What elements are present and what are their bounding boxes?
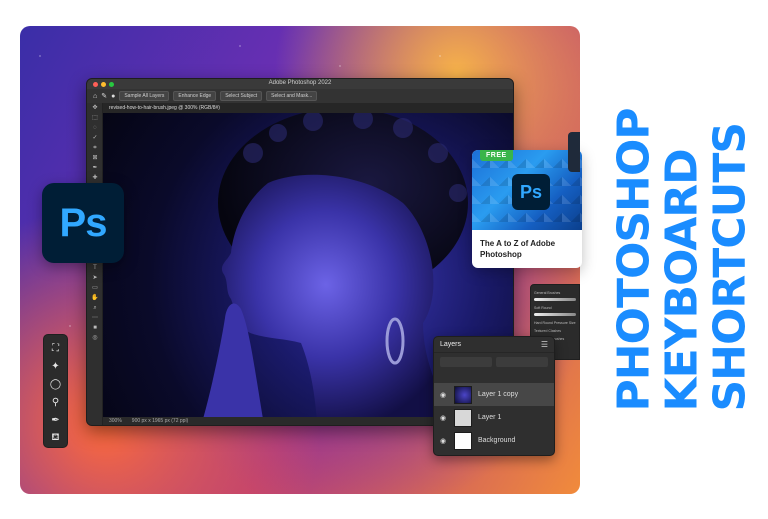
zoom-tool-icon[interactable]: ⌕	[87, 303, 103, 313]
layers-header: Layers ☰	[434, 337, 554, 353]
heading-line-1: PHOTOSHOP	[608, 107, 660, 412]
stamp-icon[interactable]: ⚲	[49, 395, 63, 409]
layers-controls	[434, 353, 554, 371]
layer-name: Layer 1 copy	[478, 391, 519, 398]
layers-title: Layers	[440, 341, 462, 348]
tools-panel: ✥ ⬚ ◌ ✓ ⌗ ⊠ ✒ ✚ ✎ ⊥ ↺ ◧ ▤ ◍ ◐ ✑ T ➤ ▭ ✋ …	[87, 103, 103, 425]
layers-panel: Layers ☰ ◉ Layer 1 copy ◉ Layer 1 ◉ Back…	[433, 336, 555, 456]
brush-label[interactable]: Textured Clashes	[534, 327, 576, 335]
option-select-subject[interactable]: Select Subject	[220, 91, 263, 101]
panel-menu-icon[interactable]: ☰	[541, 340, 548, 349]
visibility-eye-icon[interactable]: ◉	[440, 437, 448, 445]
paint-bucket-icon[interactable]: ⛾	[49, 431, 63, 445]
photoshop-logo: Ps	[42, 183, 124, 263]
home-icon[interactable]: ⌂	[93, 93, 97, 100]
layer-thumbnail	[454, 431, 472, 450]
option-enhance-edge[interactable]: Enhance Edge	[173, 91, 217, 101]
brush-label[interactable]: Hard Round Pressure Size	[534, 319, 576, 327]
free-badge: FREE	[480, 150, 513, 161]
visibility-eye-icon[interactable]: ◉	[440, 414, 448, 422]
card-ps-logo: Ps	[512, 174, 550, 210]
shape-tool-icon[interactable]: ▭	[87, 283, 103, 293]
frame-tool-icon[interactable]: ⊠	[87, 153, 103, 163]
document-info: 900 px x 1965 px (72 ppi)	[131, 418, 189, 424]
quick-select-tool-icon[interactable]: ✓	[87, 133, 103, 143]
hand-tool-icon[interactable]: ✋	[87, 293, 103, 303]
path-select-icon[interactable]: ➤	[87, 273, 103, 283]
side-panel-edge	[568, 132, 580, 172]
layer-row-layer-1-copy[interactable]: ◉ Layer 1 copy	[434, 383, 554, 406]
page-heading: PHOTOSHOP KEYBOARD SHORTCUTS	[597, 0, 768, 519]
heading-line-3: SHORTCUTS	[704, 122, 756, 412]
document-tab[interactable]: revised-how-to-hair-brush.jpeg @ 300% (R…	[103, 103, 513, 113]
healing-tool-icon[interactable]: ✚	[87, 173, 103, 183]
option-select-and-mask[interactable]: Select and Mask...	[266, 91, 318, 101]
marquee-icon[interactable]: ⛶	[49, 341, 63, 355]
free-guide-card[interactable]: FREE Ps The A to Z of Adobe Photoshop	[472, 150, 582, 268]
type-tool-icon[interactable]: T	[87, 263, 103, 273]
lasso-tool-icon[interactable]: ◌	[87, 123, 103, 133]
layer-row-background[interactable]: ◉ Background	[434, 429, 554, 452]
blend-mode-select[interactable]	[440, 357, 492, 367]
layer-row-layer-1[interactable]: ◉ Layer 1	[434, 406, 554, 429]
eyedropper-icon[interactable]: ✒	[49, 413, 63, 427]
title-bar: Adobe Photoshop 2022	[87, 79, 513, 89]
options-bar: ⌂ ✎ ● Sample All Layers Enhance Edge Sel…	[87, 89, 513, 103]
card-title: The A to Z of Adobe Photoshop	[480, 239, 556, 259]
brush-stroke-preview	[534, 298, 576, 301]
lasso-icon[interactable]: ◯	[49, 377, 63, 391]
layer-name: Background	[478, 437, 516, 444]
brush-stroke-preview	[534, 313, 576, 316]
quick-mask-icon[interactable]: ◎	[87, 333, 103, 343]
zoom-level: 300%	[109, 418, 122, 424]
color-swatch-icon[interactable]: ■	[87, 323, 103, 333]
more-tools-icon[interactable]: ⋯	[87, 313, 103, 323]
visibility-eye-icon[interactable]: ◉	[440, 391, 448, 399]
quick-select-icon[interactable]: ✎	[101, 92, 107, 100]
layer-name: Layer 1	[478, 414, 502, 421]
window-title: Adobe Photoshop 2022	[268, 80, 332, 86]
magic-wand-icon[interactable]: ✦	[49, 359, 63, 373]
logo-text: Ps	[59, 200, 108, 245]
crop-tool-icon[interactable]: ⌗	[87, 143, 103, 153]
option-sample-all-layers[interactable]: Sample All Layers	[119, 91, 170, 101]
layer-thumbnail	[454, 385, 472, 404]
floating-tool-palette: ⛶ ✦ ◯ ⚲ ✒ ⛾	[43, 334, 68, 448]
marquee-tool-icon[interactable]: ⬚	[87, 113, 103, 123]
card-logo-text: Ps	[519, 181, 543, 202]
hero-graphic: Adobe Photoshop 2022 ⌂ ✎ ● Sample All La…	[0, 0, 768, 519]
brush-group-label[interactable]: General Brushes	[534, 289, 576, 297]
eyedropper-tool-icon[interactable]: ✒	[87, 163, 103, 173]
heading-line-2: KEYBOARD	[656, 148, 708, 412]
layer-thumbnail	[454, 408, 472, 427]
brush-label[interactable]: Soft Round	[534, 304, 576, 312]
opacity-field[interactable]	[496, 357, 548, 367]
move-tool-icon[interactable]: ✥	[87, 103, 103, 113]
brush-size-icon[interactable]: ●	[111, 93, 115, 100]
